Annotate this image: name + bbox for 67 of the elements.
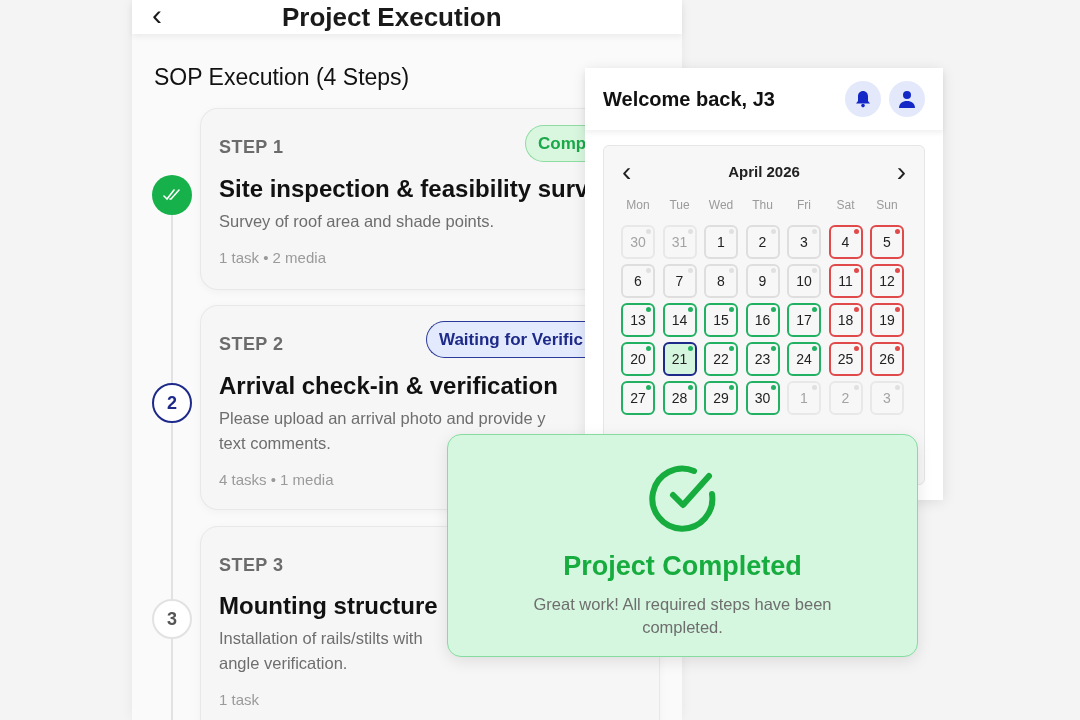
step-meta: 4 tasks • 1 media	[219, 470, 334, 490]
step-label: STEP 1	[219, 136, 284, 159]
calendar-day[interactable]: 1	[704, 225, 738, 259]
step-title: Mounting structure	[219, 591, 438, 621]
calendar-day[interactable]: 15	[704, 303, 738, 337]
weekday-label: Tue	[668, 197, 691, 214]
section-title: SOP Execution (4 Steps)	[154, 63, 410, 92]
weekday-label: Mon	[625, 197, 651, 214]
calendar-day[interactable]: 7	[662, 264, 697, 298]
greeting: Welcome back, J3	[603, 87, 776, 112]
calendar-day[interactable]: 24	[787, 342, 821, 376]
step-title: Arrival check-in & verification	[219, 371, 558, 401]
step-label: STEP 3	[219, 554, 284, 577]
calendar-day[interactable]: 18	[828, 303, 863, 337]
calendar-day[interactable]: 22	[704, 342, 738, 376]
calendar-day[interactable]: 16	[745, 303, 780, 337]
user-icon	[898, 90, 916, 108]
back-button[interactable]: ‹	[152, 0, 162, 30]
calendar-day[interactable]: 8	[704, 264, 738, 298]
step-meta: 1 task • 2 media	[219, 248, 326, 268]
calendar-day[interactable]: 6	[621, 264, 655, 298]
weekday-label: Thu	[751, 197, 774, 214]
step-title: Site inspection & feasibility surv	[219, 174, 589, 204]
step-description: Please upload an arrival photo and provide y text comments.	[219, 408, 546, 454]
calendar-day[interactable]: 4	[828, 225, 863, 259]
calendar-day[interactable]: 23	[745, 342, 780, 376]
calendar-day[interactable]: 11	[828, 264, 863, 298]
check-circle-icon	[648, 464, 717, 532]
calendar-day[interactable]: 14	[662, 303, 697, 337]
calendar-day[interactable]: 13	[621, 303, 655, 337]
calendar-day[interactable]: 9	[745, 264, 780, 298]
calendar-day[interactable]: 21	[662, 342, 697, 376]
calendar-day[interactable]: 20	[621, 342, 655, 376]
step-meta: 1 task	[219, 690, 260, 710]
calendar-day[interactable]: 17	[787, 303, 821, 337]
weekday-label: Fri	[796, 197, 812, 214]
step-description: Survey of roof area and shade points.	[219, 211, 495, 232]
profile-button[interactable]	[889, 81, 925, 117]
calendar-day[interactable]: 27	[621, 381, 655, 415]
screen-title: Project Execution	[282, 3, 502, 31]
weekday-label: Wed	[707, 197, 735, 214]
step-node: 2	[152, 383, 192, 423]
calendar-day[interactable]: 19	[870, 303, 904, 337]
step-description: Installation of rails/stilts with angle verification.	[219, 628, 423, 674]
double-check-icon	[163, 189, 181, 201]
weekday-label: Sun	[875, 197, 899, 214]
notifications-button[interactable]	[845, 81, 881, 117]
calendar-day[interactable]: 5	[870, 225, 904, 259]
step-card[interactable]: STEP 1 Comp Site inspection & feasibility surv Survey of roof area and shade points. 1 task • 2 media	[200, 108, 586, 290]
previous-month-button[interactable]: ‹	[618, 158, 636, 186]
weekday-label: Sat	[835, 197, 856, 214]
calendar-day[interactable]: 25	[828, 342, 863, 376]
step-label: STEP 2	[219, 333, 284, 356]
calendar-day[interactable]: 28	[662, 381, 697, 415]
month-label: April 2026	[728, 161, 800, 182]
calendar-day[interactable]: 26	[870, 342, 904, 376]
calendar-day[interactable]: 10	[787, 264, 821, 298]
calendar-day[interactable]: 29	[704, 381, 738, 415]
calendar-day[interactable]: 3	[787, 225, 821, 259]
calendar-day[interactable]: 2	[745, 225, 780, 259]
calendar-day[interactable]: 12	[870, 264, 904, 298]
calendar-day[interactable]: 30	[745, 381, 780, 415]
step-node: 3	[152, 599, 192, 639]
next-month-button[interactable]: ›	[892, 158, 910, 186]
bell-icon	[855, 90, 871, 108]
status-badge: Comp	[525, 125, 586, 162]
status-badge: Waiting for Verific	[426, 321, 586, 358]
